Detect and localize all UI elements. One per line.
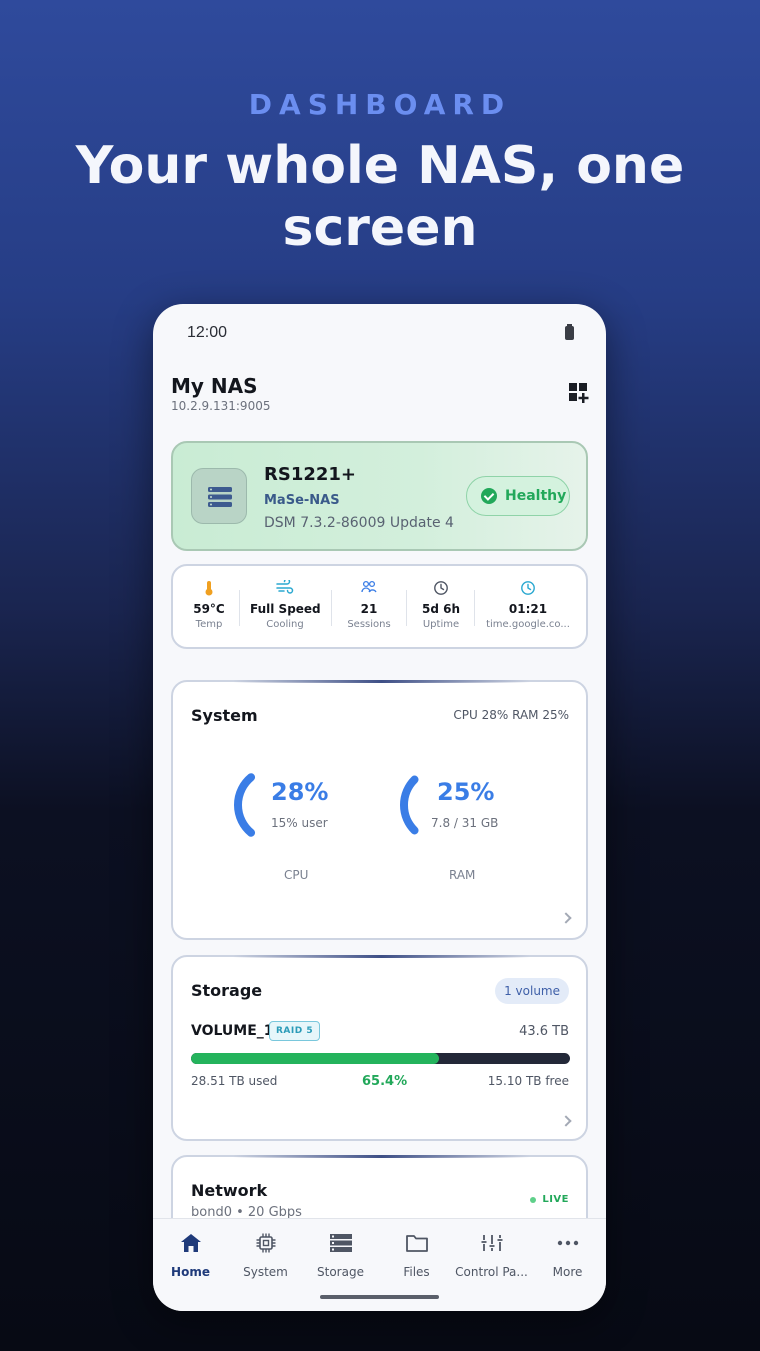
- nav-label: Files: [403, 1265, 430, 1279]
- stat-time-sync: 01:21 time.google.co...: [486, 580, 570, 630]
- device-model: RS1221+: [264, 464, 357, 485]
- stat-value: Full Speed: [250, 602, 321, 616]
- time-sync-icon: [486, 580, 570, 598]
- check-circle-icon: [481, 488, 497, 504]
- hero-eyebrow: DASHBOARD: [248, 88, 512, 121]
- stat-value: 01:21: [508, 602, 548, 616]
- stat-label: Cooling: [266, 619, 304, 630]
- card-title: Storage: [191, 981, 263, 1000]
- more-dots-icon: [530, 1231, 605, 1255]
- ram-gauge-arc: [400, 775, 419, 835]
- system-card[interactable]: System CPU 28% RAM 25% 28% 15% user CPU …: [171, 680, 588, 940]
- battery-icon: [565, 324, 574, 340]
- chevron-right-icon[interactable]: [560, 1115, 572, 1127]
- volume-size: 43.6 TB: [519, 1024, 569, 1039]
- nav-system[interactable]: System: [228, 1231, 303, 1279]
- home-icon: [153, 1231, 228, 1255]
- volume-used: 28.51 TB used: [191, 1074, 278, 1088]
- thermometer-icon: [187, 580, 231, 598]
- volume-count-badge: 1 volume: [495, 978, 569, 1004]
- hero-headline: Your whole NAS, one screen: [75, 136, 685, 258]
- ram-detail: 7.8 / 31 GB: [431, 816, 499, 830]
- nav-label: Home: [171, 1265, 210, 1279]
- nav-label: System: [243, 1265, 288, 1279]
- stat-uptime: 5d 6h Uptime: [413, 580, 469, 630]
- ram-label: RAM: [449, 868, 476, 882]
- cpu-label: CPU: [284, 868, 309, 882]
- stat-value: 5d 6h: [421, 602, 460, 616]
- health-badge: Healthy: [466, 476, 570, 516]
- chip-icon: [228, 1231, 303, 1255]
- stat-label: Sessions: [347, 619, 391, 630]
- add-widget-icon[interactable]: [567, 381, 591, 405]
- cpu-percent: 28%: [271, 778, 329, 806]
- nav-storage[interactable]: Storage: [303, 1231, 378, 1279]
- nav-more[interactable]: More: [530, 1231, 605, 1279]
- server-icon: [191, 468, 247, 524]
- cpu-gauge-arc: [234, 773, 256, 837]
- live-dot-icon: [530, 1196, 537, 1203]
- volume-usage-bar: [191, 1053, 570, 1064]
- stat-temp: 59°C Temp: [187, 580, 231, 630]
- cpu-detail: 15% user: [271, 816, 328, 830]
- card-title: Network: [191, 1181, 268, 1200]
- dsm-version: DSM 7.3.2-86009 Update 4: [264, 515, 454, 531]
- divider: [239, 590, 240, 626]
- ram-percent: 25%: [437, 778, 495, 806]
- volume-percent: 65.4%: [362, 1074, 408, 1089]
- page-title: My NAS: [171, 374, 258, 398]
- status-bar: 12:00: [153, 304, 606, 364]
- nav-control-panel[interactable]: Control Pa...: [454, 1231, 529, 1279]
- users-icon: [341, 580, 397, 598]
- raid-badge: RAID 5: [269, 1021, 321, 1041]
- nas-address: 10.2.9.131:9005: [171, 399, 271, 413]
- stat-label: time.google.co...: [486, 619, 570, 630]
- system-summary: CPU 28% RAM 25%: [453, 708, 569, 722]
- live-indicator: LIVE: [530, 1194, 569, 1205]
- folder-icon: [379, 1231, 454, 1255]
- clock-icon: [413, 580, 469, 598]
- card-accent: [233, 955, 530, 958]
- nav-home[interactable]: Home: [153, 1231, 228, 1279]
- divider: [331, 590, 332, 626]
- volume-free: 15.10 TB free: [487, 1074, 569, 1088]
- stat-label: Temp: [195, 619, 223, 630]
- volume-name: VOLUME_1: [191, 1023, 274, 1039]
- fan-wind-icon: [250, 580, 320, 598]
- nav-label: More: [552, 1265, 583, 1279]
- stat-cooling: Full Speed Cooling: [250, 580, 321, 630]
- stat-value: 21: [360, 602, 378, 616]
- divider: [474, 590, 475, 626]
- card-accent: [233, 680, 530, 683]
- storage-icon: [303, 1231, 378, 1255]
- nav-label: Control Pa...: [455, 1265, 528, 1279]
- device-hostname: MaSe-NAS: [264, 493, 340, 508]
- divider: [406, 590, 407, 626]
- card-title: System: [191, 706, 258, 725]
- hero-section: DASHBOARD Your whole NAS, one screen: [0, 88, 760, 259]
- live-label: LIVE: [542, 1194, 569, 1205]
- stat-label: Uptime: [422, 619, 460, 630]
- volume-usage-fill: [191, 1053, 439, 1064]
- device-card[interactable]: RS1221+ MaSe-NAS DSM 7.3.2-86009 Update …: [171, 441, 588, 551]
- nav-label: Storage: [317, 1265, 364, 1279]
- health-label: Healthy: [505, 488, 567, 504]
- nav-files[interactable]: Files: [379, 1231, 454, 1279]
- stat-value: 59°C: [193, 602, 225, 616]
- status-time: 12:00: [187, 324, 228, 341]
- chevron-right-icon[interactable]: [560, 912, 572, 924]
- home-indicator[interactable]: [320, 1295, 439, 1299]
- phone-screen: 12:00 My NAS 10.2.9.131:9005 RS1221+ MaS…: [153, 304, 606, 1311]
- storage-card[interactable]: Storage 1 volume VOLUME_1 RAID 5 43.6 TB…: [171, 955, 588, 1141]
- stat-sessions: 21 Sessions: [341, 580, 397, 630]
- sliders-icon: [454, 1231, 529, 1255]
- quick-stats-card: 59°C Temp Full Speed Cooling 21 Sessions…: [171, 564, 588, 649]
- card-accent: [233, 1155, 530, 1158]
